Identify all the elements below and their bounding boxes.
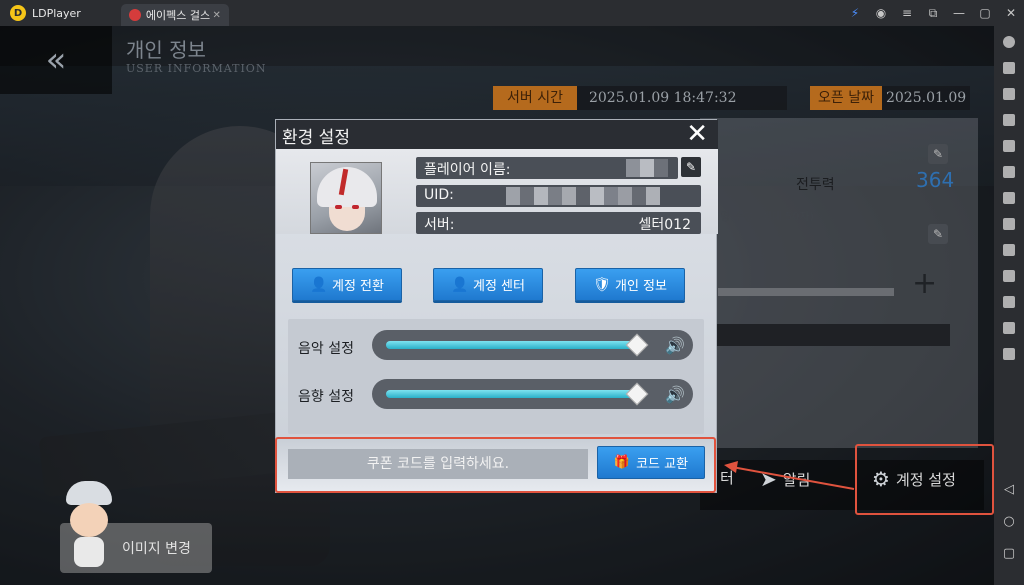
file-icon[interactable] — [1003, 322, 1015, 334]
chibi-face — [70, 503, 108, 537]
settings-icon[interactable] — [1003, 36, 1015, 48]
combat-power-label: 전투력 — [796, 177, 835, 193]
sfx-slider-fill — [386, 390, 638, 398]
open-date-label: 오픈 날짜 — [810, 86, 882, 110]
close-icon[interactable]: ✕ — [686, 120, 708, 148]
speaker-icon[interactable]: 🔊 — [665, 336, 685, 355]
combat-power-value: 364 — [916, 168, 955, 192]
volume-up-icon[interactable] — [1003, 88, 1015, 100]
tab-game[interactable]: 에이펙스 걸스 ✕ — [120, 4, 229, 26]
music-slider-knob[interactable] — [625, 333, 649, 357]
coupon-highlight-box — [275, 437, 716, 493]
server-label: 서버: — [424, 217, 455, 233]
privacy-button[interactable]: 🛡 개인 정보 — [575, 268, 685, 301]
back-button[interactable]: « — [0, 26, 112, 94]
page-subtitle: USER INFORMATION — [126, 62, 267, 75]
player-name-censored — [626, 159, 668, 177]
privacy-label: 개인 정보 — [615, 279, 667, 294]
open-date-value: 2025.01.09 — [881, 86, 971, 110]
apk-icon[interactable] — [1003, 244, 1015, 256]
account-settings-highlight-box — [855, 444, 994, 515]
dialog-header: 환경 설정 ✕ — [276, 120, 718, 149]
app-name: LDPlayer — [32, 6, 81, 20]
server-time-label: 서버 시간 — [493, 86, 577, 110]
double-chevron-left-icon: « — [45, 40, 67, 80]
ldplayer-window: D LDPlayer 에이펙스 걸스 ✕ ⚡ ◉ ≡ ⧉ — ▢ ✕ « 개인 … — [0, 0, 1024, 585]
location-icon[interactable] — [1003, 166, 1015, 178]
chibi-avatar — [62, 481, 116, 571]
dark-row — [705, 324, 950, 346]
account-center-label: 계정 센터 — [473, 279, 525, 294]
recent-apps-icon[interactable]: ▢ — [1001, 546, 1017, 562]
close-button[interactable]: ✕ — [998, 6, 1024, 20]
boost-icon[interactable]: ⚡ — [842, 6, 868, 20]
maximize-button[interactable]: ▢ — [972, 6, 998, 20]
sfx-slider[interactable]: 🔊 — [372, 379, 693, 409]
page-title: 개인 정보 — [126, 38, 206, 62]
minimize-button[interactable]: — — [946, 6, 972, 20]
account-center-button[interactable]: 👤 계정 센터 — [433, 268, 543, 301]
player-portrait — [310, 162, 382, 234]
plus-icon[interactable]: + — [912, 266, 937, 301]
intro-note: 명 수정 (최대 50자) — [720, 210, 814, 223]
edit-player-name-icon[interactable]: ✎ — [681, 157, 701, 177]
chibi-hat — [66, 481, 112, 505]
emulator-sidebar: ◁ ○ ▢ — [994, 26, 1024, 585]
volume-down-icon[interactable] — [1003, 114, 1015, 126]
server-time-value: 2025.01.09 18:47:32 — [576, 86, 787, 110]
dialog-title: 환경 설정 — [282, 128, 350, 148]
player-name-label: 플레이어 이름: — [424, 162, 511, 178]
video-icon[interactable] — [1003, 296, 1015, 308]
keyboard-icon[interactable] — [1003, 62, 1015, 74]
player-name-field: 플레이어 이름: — [416, 157, 678, 179]
speaker-icon[interactable]: 🔊 — [665, 385, 685, 404]
tab-close-icon[interactable]: ✕ — [212, 10, 220, 21]
window-controls: ⚡ ◉ ≡ ⧉ — ▢ ✕ — [842, 0, 1024, 26]
portrait-eye-right — [352, 205, 359, 209]
account-icon[interactable]: ◉ — [868, 6, 894, 20]
annotation-arrow — [724, 461, 855, 490]
back-nav-icon[interactable]: ◁ — [1001, 482, 1017, 498]
title-bar: D LDPlayer 에이펙스 걸스 ✕ ⚡ ◉ ≡ ⧉ — ▢ ✕ — [0, 0, 1024, 26]
game-tab-icon — [128, 9, 141, 21]
more-icon[interactable] — [1003, 348, 1015, 360]
multi-window-icon[interactable]: ⧉ — [920, 6, 946, 21]
uid-field: UID: — [416, 185, 701, 207]
switch-account-button[interactable]: 👤 계정 전환 — [292, 268, 402, 301]
music-slider[interactable]: 🔊 — [372, 330, 693, 360]
uid-label: UID: — [424, 187, 454, 203]
change-image-label: 이미지 변경 — [122, 541, 191, 557]
edit-name-icon[interactable]: ✎ — [928, 144, 948, 164]
user-switch-icon: 👤 — [310, 276, 328, 293]
sfx-label: 음향 설정 — [298, 389, 354, 405]
tab-title: 에이펙스 걸스 — [145, 9, 211, 22]
record-icon[interactable] — [1003, 192, 1015, 204]
user-icon: 👤 — [451, 276, 469, 293]
sync-icon[interactable] — [1003, 218, 1015, 230]
home-nav-icon[interactable]: ○ — [1001, 514, 1017, 530]
shield-check-icon: 🛡 — [593, 276, 611, 293]
sfx-slider-knob[interactable] — [625, 382, 649, 406]
screenshot-icon[interactable] — [1003, 140, 1015, 152]
server-time-bar: 서버 시간 2025.01.09 18:47:32 — [493, 86, 787, 110]
edit-intro-icon[interactable]: ✎ — [928, 224, 948, 244]
ldplayer-logo-icon: D — [10, 5, 26, 21]
open-date-bar: 오픈 날짜 2025.01.09 — [810, 86, 971, 110]
exp-bar — [718, 288, 894, 296]
cut-icon[interactable] — [1003, 270, 1015, 282]
music-label: 음악 설정 — [298, 341, 354, 357]
logo-glyph: D — [13, 7, 23, 19]
portrait-eye-left — [335, 205, 342, 209]
menu-icon[interactable]: ≡ — [894, 6, 920, 20]
switch-account-label: 계정 전환 — [332, 279, 384, 294]
uid-censored — [506, 187, 660, 205]
server-value: 셀터012 — [638, 217, 691, 233]
music-slider-fill — [386, 341, 638, 349]
server-field: 서버: 셀터012 — [416, 212, 701, 234]
chibi-body — [74, 537, 104, 567]
